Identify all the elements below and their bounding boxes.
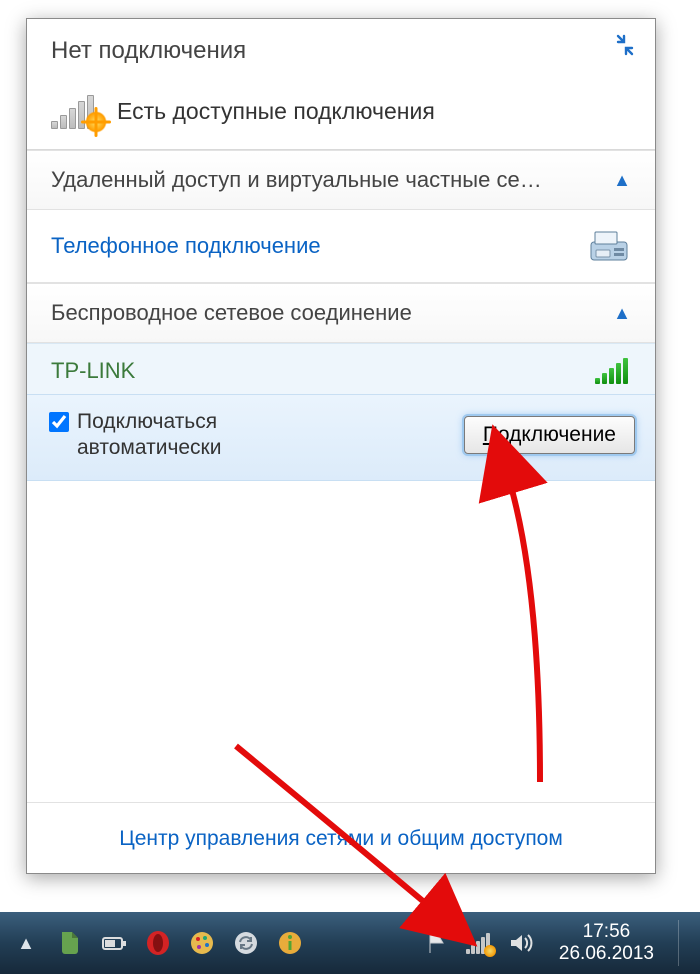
connect-button-rest: одключение: [498, 423, 616, 446]
network-center-link[interactable]: Центр управления сетями и общим доступом: [119, 827, 563, 850]
flyout-spacer: [27, 481, 655, 803]
auto-connect-checkbox[interactable]: Подключаться автоматически: [49, 409, 221, 462]
category-vpn[interactable]: Удаленный доступ и виртуальные частные с…: [27, 150, 655, 210]
available-connections-text: Есть доступные подключения: [117, 98, 435, 125]
category-vpn-label: Удаленный доступ и виртуальные частные с…: [51, 167, 542, 193]
dialup-row[interactable]: Телефонное подключение: [27, 210, 655, 283]
tray-overflow-icon[interactable]: ▲: [12, 929, 40, 957]
taskbar-clock[interactable]: 17:56 26.06.2013: [549, 921, 660, 965]
evernote-icon[interactable]: [56, 929, 84, 957]
network-tray-icon[interactable]: [465, 929, 493, 957]
action-center-flag-icon[interactable]: [423, 929, 451, 957]
flyout-header: Нет подключения Есть доступные подключен…: [27, 19, 655, 150]
auto-connect-input[interactable]: [49, 412, 69, 432]
available-connections-row: Есть доступные подключения: [51, 93, 631, 129]
chevron-up-icon: ▲: [613, 170, 631, 191]
info-icon[interactable]: [276, 929, 304, 957]
taskbar: ▲ 17: [0, 912, 700, 974]
clock-date: 26.06.2013: [559, 943, 654, 965]
dialup-link[interactable]: Телефонное подключение: [51, 233, 321, 259]
tray-left: ▲: [12, 929, 304, 957]
tray-right: 17:56 26.06.2013: [423, 920, 692, 966]
category-wireless-label: Беспроводное сетевое соединение: [51, 300, 412, 326]
clock-time: 17:56: [559, 921, 654, 943]
chevron-up-icon: ▲: [613, 303, 631, 324]
auto-connect-label: Подключаться автоматически: [77, 409, 221, 462]
volume-icon[interactable]: [507, 929, 535, 957]
flyout-footer: Центр управления сетями и общим доступом: [27, 802, 655, 873]
palette-icon[interactable]: [188, 929, 216, 957]
wifi-ssid: TP-LINK: [51, 358, 135, 384]
connect-panel: Подключаться автоматически Подключение: [27, 394, 655, 481]
connection-status-title: Нет подключения: [51, 37, 631, 65]
connect-button[interactable]: Подключение: [464, 416, 635, 454]
show-desktop-button[interactable]: [678, 920, 692, 966]
fax-icon: [587, 228, 631, 264]
signal-strength-icon: [595, 358, 631, 384]
network-flyout: Нет подключения Есть доступные подключен…: [26, 18, 656, 874]
sync-icon[interactable]: [232, 929, 260, 957]
wifi-network-row[interactable]: TP-LINK: [27, 343, 655, 394]
wifi-alert-icon: [51, 93, 101, 129]
category-wireless[interactable]: Беспроводное сетевое соединение ▲: [27, 283, 655, 343]
refresh-icon[interactable]: [613, 33, 637, 57]
connect-button-accel: П: [483, 423, 498, 446]
battery-icon[interactable]: [100, 929, 128, 957]
opera-icon[interactable]: [144, 929, 172, 957]
